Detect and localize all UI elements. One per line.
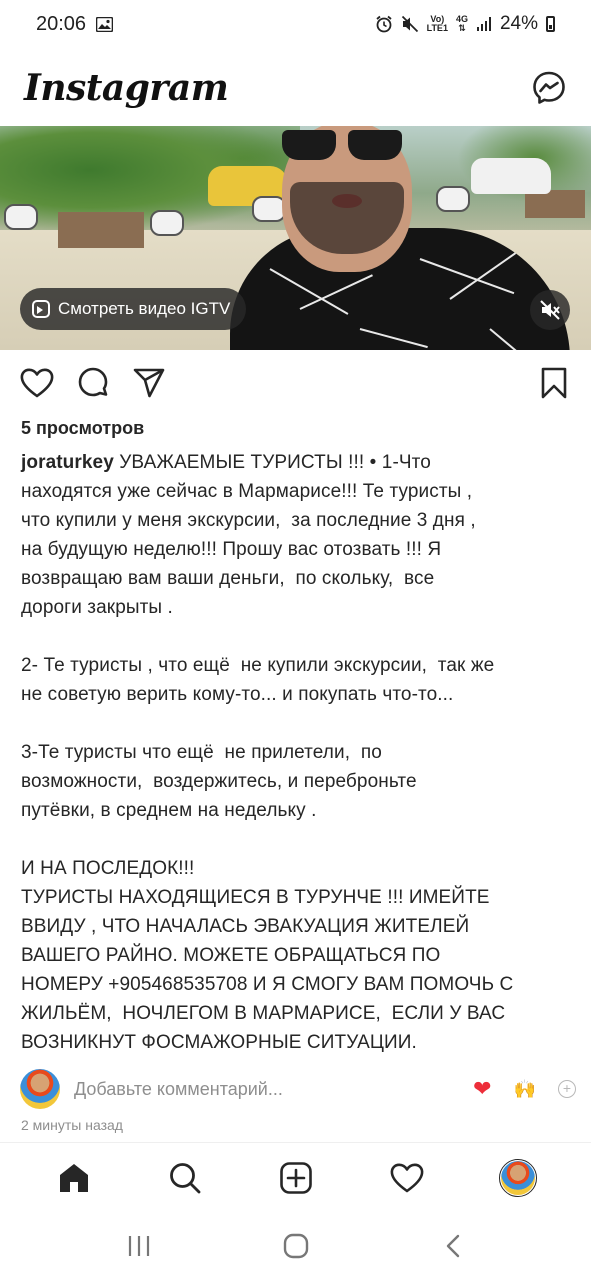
back-chevron-icon — [446, 1234, 459, 1258]
heart-outline-icon — [390, 1163, 423, 1192]
video-person-mouth — [332, 194, 362, 208]
share-button[interactable] — [132, 366, 166, 400]
video-scooter — [150, 210, 184, 236]
video-planter — [525, 190, 585, 218]
data-arrows-icon: ⇅ — [458, 23, 466, 33]
network-type-indicator: 4G ⇅ — [455, 14, 468, 33]
mute-icon — [401, 15, 418, 33]
post-timestamp: 2 минуты назад — [21, 1117, 123, 1133]
tab-profile[interactable] — [496, 1156, 540, 1200]
messenger-icon — [533, 71, 565, 104]
user-avatar — [20, 1069, 60, 1109]
profile-avatar — [498, 1158, 537, 1197]
emoji-raised-hands-button[interactable]: 🙌 — [514, 1079, 536, 1100]
comment-button[interactable] — [76, 366, 110, 400]
status-bar: 20:06 Vo) LTE1 4G ⇅ 24% — [0, 0, 591, 48]
video-person-sunglasses — [282, 128, 406, 160]
video-scooter — [436, 186, 470, 212]
heart-outline-icon — [20, 368, 54, 398]
video-scooter — [252, 196, 286, 222]
caption-text: УВАЖАЕМЫЕ ТУРИСТЫ !!! • 1-Что находятся … — [21, 452, 514, 1053]
muted-speaker-icon — [540, 300, 560, 320]
igtv-icon — [32, 300, 50, 318]
view-count: 5 просмотров — [21, 418, 145, 438]
comment-icon — [78, 367, 108, 397]
bottom-tab-bar — [0, 1142, 591, 1212]
tab-activity[interactable] — [385, 1156, 429, 1200]
recents-button[interactable] — [119, 1226, 159, 1266]
video-scooter — [4, 204, 38, 230]
tab-home[interactable] — [52, 1156, 96, 1200]
like-button[interactable] — [20, 366, 54, 400]
alarm-icon — [376, 15, 392, 33]
gallery-notification-icon — [96, 16, 114, 32]
status-time: 20:06 — [36, 12, 87, 35]
watch-igtv-label: Смотреть видео IGTV — [58, 299, 231, 318]
instagram-logo: Instagram — [24, 67, 229, 109]
recents-icon — [128, 1236, 149, 1256]
tab-search[interactable] — [163, 1156, 207, 1200]
tab-new-post[interactable] — [274, 1156, 318, 1200]
home-icon — [59, 1163, 88, 1192]
signal-icon — [476, 17, 491, 31]
paper-plane-icon — [133, 368, 165, 398]
app-header: Instagram — [0, 56, 591, 120]
home-circle-icon — [283, 1233, 308, 1259]
battery-percent: 24% — [499, 13, 538, 34]
back-button[interactable] — [433, 1226, 473, 1266]
video-planter — [58, 212, 144, 248]
more-emoji-button[interactable]: + — [558, 1080, 576, 1098]
battery-icon — [546, 16, 555, 32]
android-navigation-bar — [0, 1212, 591, 1280]
video-car — [471, 158, 551, 194]
messenger-button[interactable] — [531, 70, 567, 106]
add-comment-row: Добавьте комментарий... ❤ 🙌 + — [20, 1066, 576, 1112]
watch-igtv-button[interactable]: Смотреть видео IGTV — [20, 288, 247, 330]
bookmark-icon — [541, 367, 567, 399]
volte-indicator: Vo) LTE1 — [426, 14, 448, 33]
save-button[interactable] — [537, 366, 571, 400]
search-icon — [169, 1162, 200, 1193]
mute-toggle-button[interactable] — [530, 290, 570, 330]
plus-square-icon — [279, 1161, 312, 1194]
post-actions — [0, 362, 591, 404]
post-caption: joraturkey УВАЖАЕМЫЕ ТУРИСТЫ !!! • 1-Что… — [21, 448, 577, 1057]
caption-username[interactable]: joraturkey — [21, 452, 114, 473]
home-nav-button[interactable] — [276, 1226, 316, 1266]
emoji-heart-button[interactable]: ❤ — [473, 1076, 491, 1102]
add-comment-input[interactable]: Добавьте комментарий... — [74, 1079, 283, 1100]
